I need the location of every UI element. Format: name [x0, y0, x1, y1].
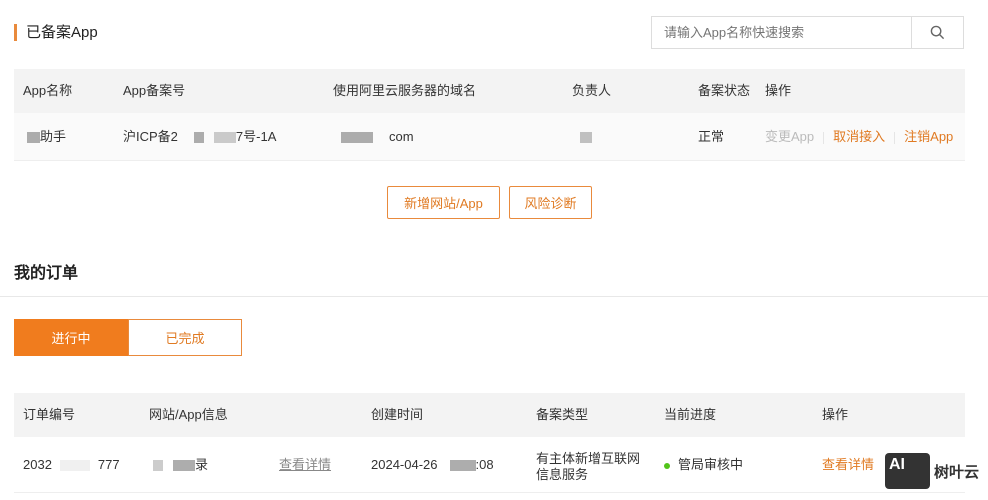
view-detail-link[interactable]: 查看详情 — [279, 437, 331, 493]
watermark-brand: 树叶云 — [934, 463, 980, 481]
risk-diagnosis-button[interactable]: 风险诊断 — [509, 186, 592, 219]
col-owner: 负责人 — [572, 83, 612, 98]
progress-status: 管局审核中 — [664, 437, 743, 493]
add-site-app-button[interactable]: 新增网站/App — [387, 186, 500, 219]
col-status: 备案状态 — [698, 83, 751, 98]
logo-badge: AI — [885, 453, 930, 489]
col-order-actions: 操作 — [822, 407, 849, 422]
cancel-access-link[interactable]: 取消接入 — [833, 129, 885, 144]
col-app-name: App名称 — [23, 83, 73, 98]
tab-completed[interactable]: 已完成 — [128, 319, 242, 356]
col-info: 网站/App信息 — [149, 407, 228, 422]
record-type: 有主体新增互联网 信息服务 — [536, 451, 641, 482]
deregister-app-link[interactable]: 注销App — [904, 129, 953, 144]
domain: com — [341, 113, 414, 161]
tab-in-progress[interactable]: 进行中 — [14, 319, 128, 356]
search-button[interactable] — [911, 17, 963, 48]
order-table-header: 订单编号 网站/App信息 创建时间 备案类型 当前进度 操作 — [14, 393, 965, 437]
icp-number: 沪ICP备2 7号-1A — [123, 129, 277, 144]
col-icp: App备案号 — [123, 83, 186, 98]
col-order-id: 订单编号 — [23, 407, 76, 422]
divider — [0, 296, 988, 297]
col-domain: 使用阿里云服务器的域名 — [333, 83, 477, 98]
app-table-header: App名称 App备案号 使用阿里云服务器的域名 负责人 备案状态 操作 — [14, 69, 965, 113]
order-detail-link[interactable]: 查看详情 — [822, 437, 874, 493]
col-type: 备案类型 — [536, 407, 589, 422]
table-row: 助手 沪ICP备2 7号-1A com 正常 变更App 取消接入 注销App — [14, 113, 965, 161]
app-search-box — [651, 16, 964, 49]
col-actions: 操作 — [765, 83, 792, 98]
section-title-orders: 我的订单 — [14, 265, 79, 282]
created-time: 2024-04-26:08 — [371, 457, 494, 472]
col-created: 创建时间 — [371, 407, 424, 422]
search-icon — [930, 25, 945, 40]
order-info: 录 — [153, 437, 208, 493]
change-app-link[interactable]: 变更App — [765, 129, 814, 144]
col-progress: 当前进度 — [664, 407, 717, 422]
status-dot-icon — [664, 462, 670, 469]
order-id: 2032 777 — [23, 457, 120, 472]
watermark-logo: AI 树叶云 — [885, 453, 979, 489]
row-actions: 变更App 取消接入 注销App — [765, 113, 953, 161]
search-input[interactable] — [652, 17, 911, 48]
owner — [580, 113, 592, 161]
app-name: 助手 — [27, 113, 66, 161]
section-title-registered-app: 已备案App — [14, 24, 98, 41]
table-row: 2032 777 录 查看详情 2024-04-26:08 有主体新增互联网 信息服… — [14, 437, 965, 493]
status: 正常 — [698, 129, 725, 144]
